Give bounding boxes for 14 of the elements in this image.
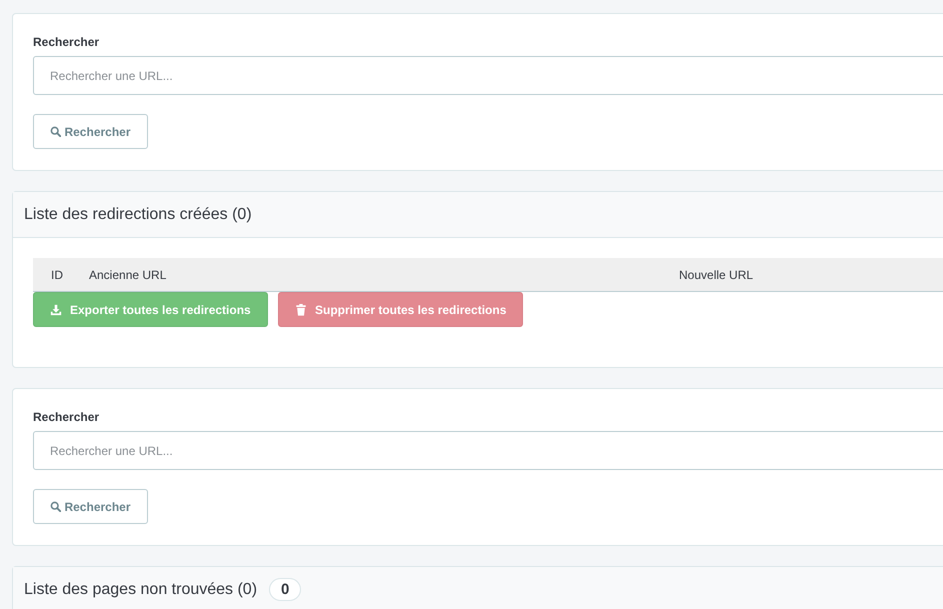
field-label: Rechercher — [33, 410, 100, 424]
count-badge: 0 — [269, 578, 302, 601]
column-header: Ancienne URL — [89, 268, 168, 282]
search-button[interactable]: Rechercher — [33, 489, 148, 524]
search-field[interactable]: Rechercher une URL... — [33, 431, 943, 470]
column-header: Nouvelle URL — [679, 268, 754, 282]
delete-button[interactable]: Supprimer toutes les redirections — [278, 292, 524, 327]
search-button[interactable]: Rechercher — [33, 114, 148, 149]
field-label: Rechercher — [33, 35, 100, 49]
section-title: Liste des pages non trouvées (0) — [24, 580, 258, 598]
column-header: ID — [50, 268, 64, 282]
search-field[interactable]: Rechercher une URL... — [33, 56, 943, 95]
export-button[interactable]: Exporter toutes les redirections — [33, 292, 268, 327]
section-title: Liste des redirections créées (0) — [24, 206, 252, 224]
